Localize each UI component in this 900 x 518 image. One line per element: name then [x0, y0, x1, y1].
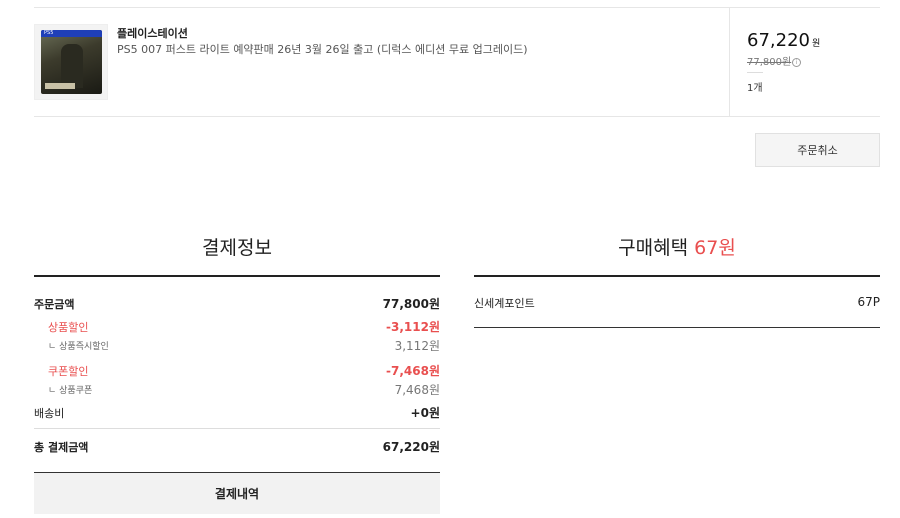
total-divider — [34, 428, 440, 429]
total-amount-row: 총 결제금액 67,220원 — [34, 440, 440, 454]
info-icon[interactable]: i — [792, 58, 802, 67]
product-price: 67,220 원 — [747, 30, 821, 51]
order-amount-row: 주문금액 77,800원 — [34, 297, 440, 311]
product-quantity: 1개 — [747, 83, 763, 94]
coupon-discount-row: 쿠폰할인 -7,468원 — [48, 364, 440, 378]
benefit-amount: 67원 — [694, 237, 736, 259]
payment-header-divider — [34, 275, 440, 277]
product-name[interactable]: PS5 007 퍼스트 라이트 예약판매 26년 3월 26일 출고 (디럭스 … — [117, 41, 528, 57]
product-thumbnail[interactable]: PS5 — [34, 24, 108, 100]
benefit-bottom-divider — [474, 327, 880, 328]
price-column-divider — [729, 8, 730, 116]
instant-discount-row: ㄴ 상품즉시할인 3,112원 — [48, 339, 440, 353]
product-brand[interactable]: 플레이스테이션 — [117, 25, 188, 41]
top-divider — [34, 7, 880, 8]
cancel-order-button[interactable]: 주문취소 — [755, 133, 880, 167]
product-coupon-row: ㄴ 상품쿠폰 7,468원 — [48, 383, 440, 397]
payment-info-title: 결제정보 — [202, 237, 272, 259]
product-row-divider — [34, 116, 880, 117]
purchase-benefit-title: 구매혜택 67원 — [618, 237, 736, 259]
product-discount-row: 상품할인 -3,112원 — [48, 320, 440, 334]
shipping-fee-row: 배송비 +0원 — [34, 406, 440, 420]
benefit-header-divider — [474, 275, 880, 277]
ps5-badge: PS5 — [41, 30, 102, 37]
shinsegae-point-row: 신세계포인트 67P — [474, 295, 880, 310]
original-price: 77,800원 i — [747, 53, 802, 68]
payment-details-button[interactable]: 결제내역 — [34, 472, 440, 514]
game-cover-image: PS5 — [41, 30, 102, 94]
